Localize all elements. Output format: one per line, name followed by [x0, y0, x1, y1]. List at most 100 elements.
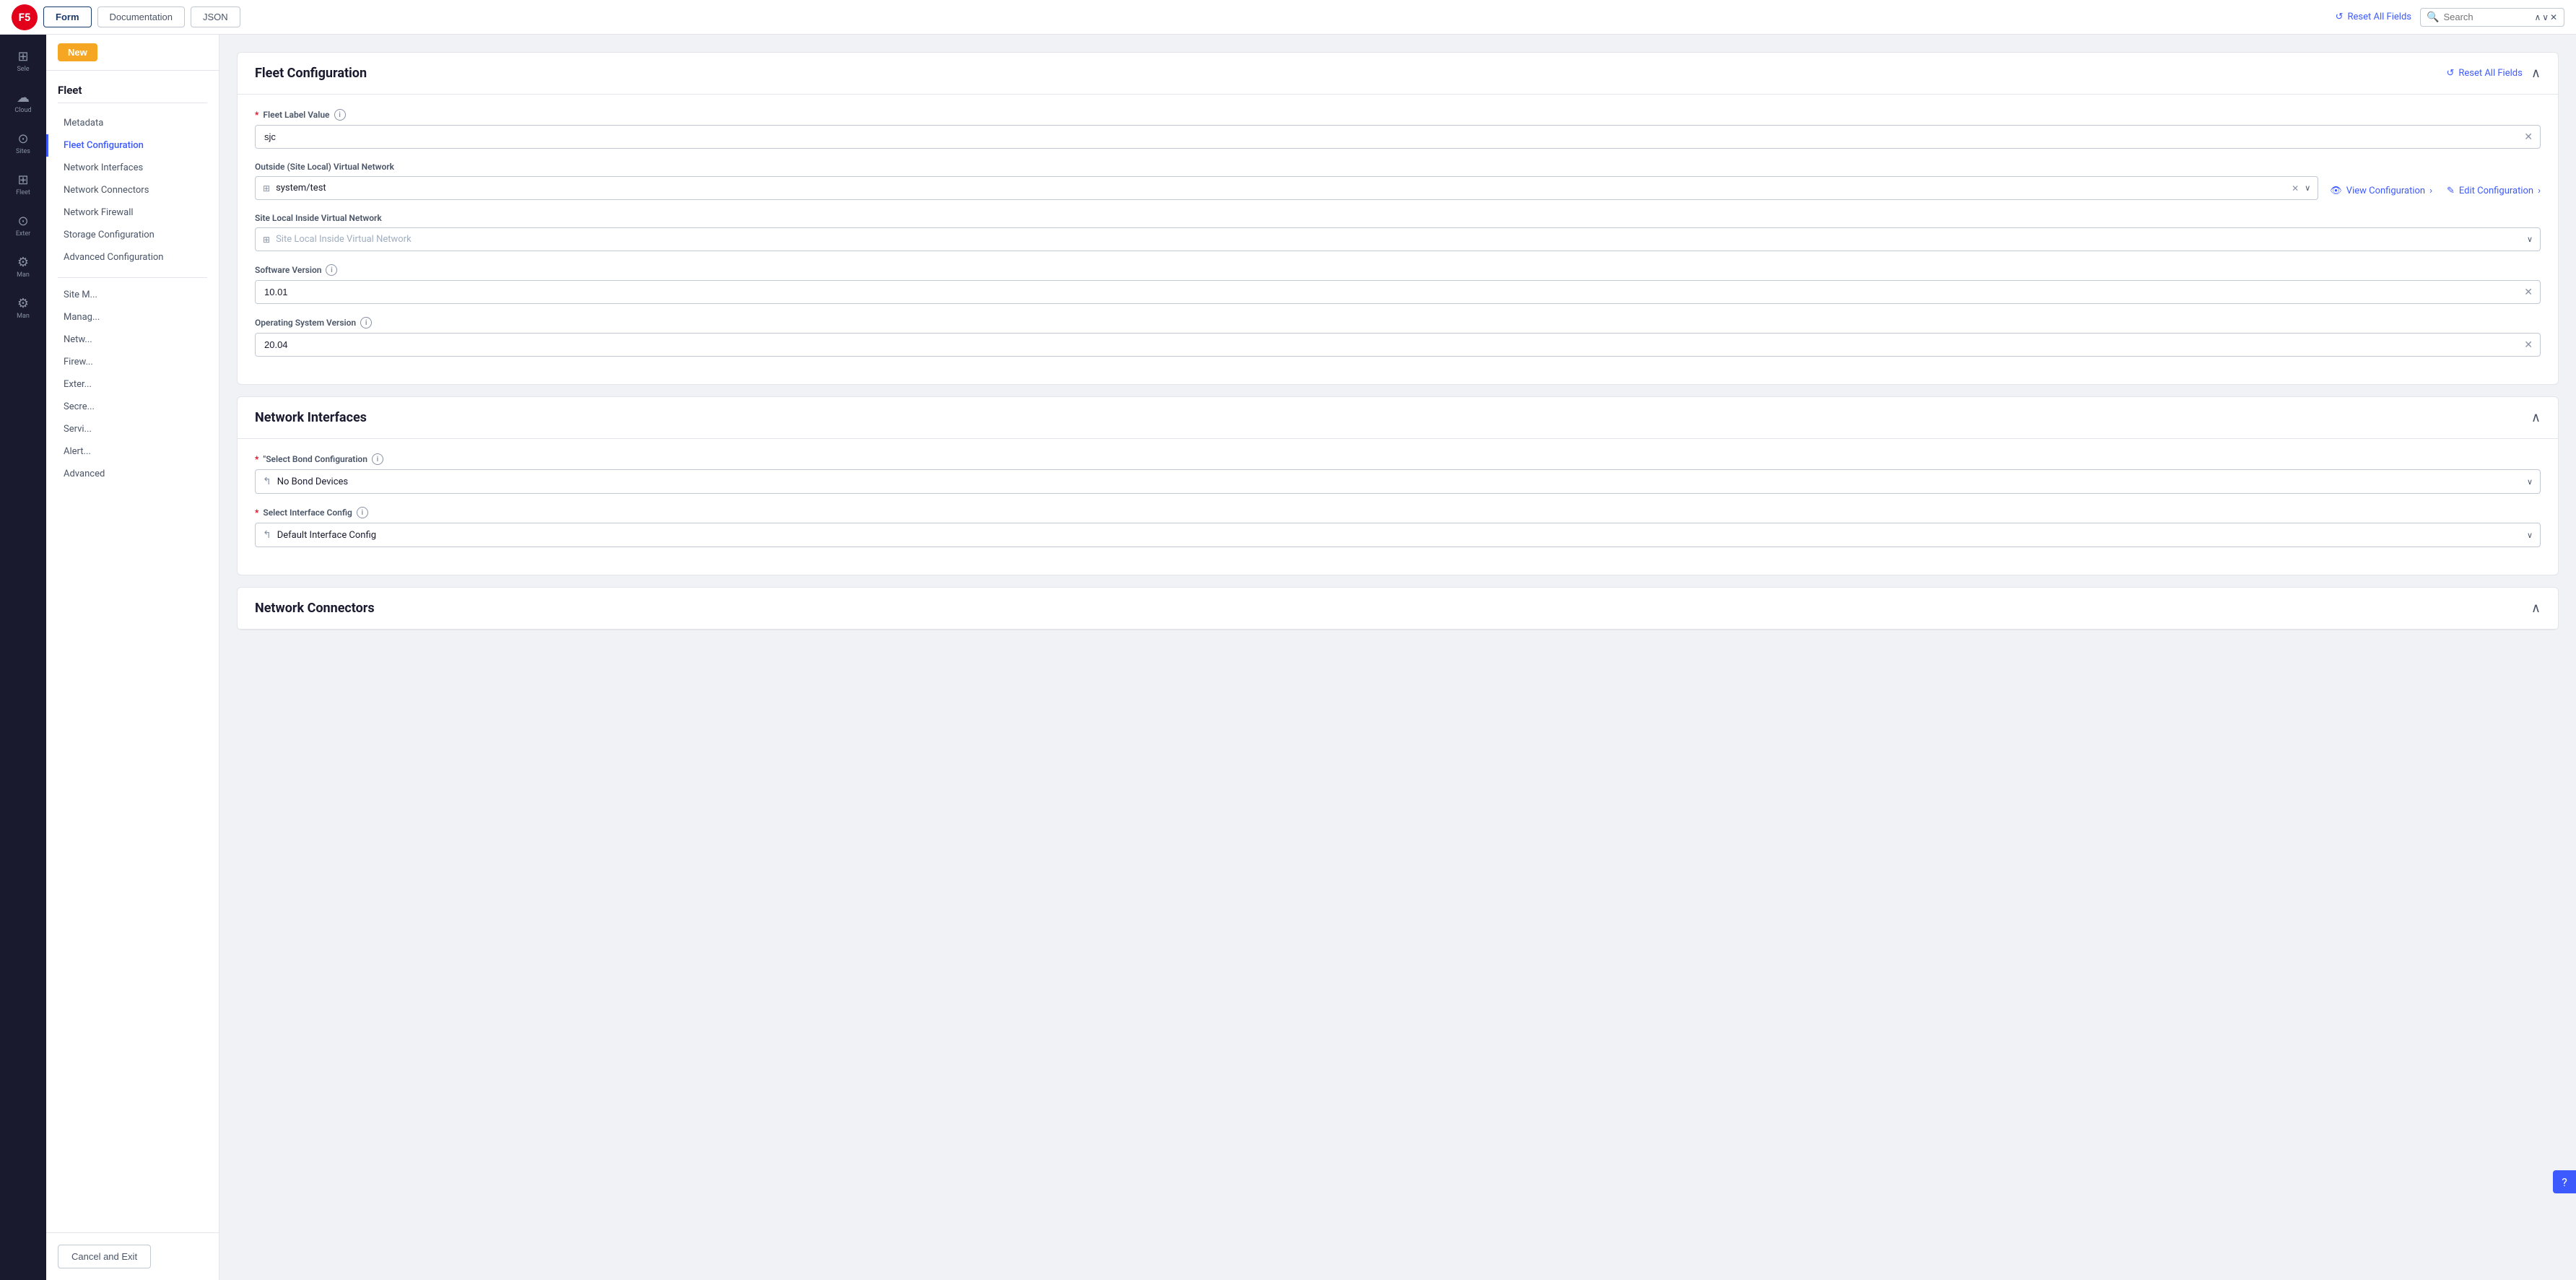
- site-local-inside-vn-select[interactable]: ⊞ Site Local Inside Virtual Network ∨: [255, 227, 2541, 251]
- bond-configuration-info-icon[interactable]: i: [372, 453, 383, 465]
- software-version-info-icon[interactable]: i: [326, 264, 337, 276]
- sidebar-item-network-connectors[interactable]: Network Connectors: [46, 179, 219, 201]
- fleet-label-value-input-wrapper: ✕: [255, 125, 2541, 149]
- fleet-configuration-header: Fleet Configuration ↺ Reset All Fields ∧: [238, 53, 2558, 95]
- new-button[interactable]: New: [58, 43, 97, 61]
- bond-configuration-value: No Bond Devices: [277, 476, 2521, 487]
- os-version-clear[interactable]: ✕: [2517, 336, 2540, 354]
- site-local-inside-vn-placeholder: Site Local Inside Virtual Network: [276, 234, 2521, 245]
- sidebar-sub-alert: Alert...: [46, 440, 219, 463]
- sidebar-sub-secre: Secre...: [46, 396, 219, 418]
- left-panel-item-sites[interactable]: ⊙ Sites: [6, 126, 40, 161]
- bond-configuration-label: * "Select Bond Configuration i: [255, 453, 2541, 465]
- fleet-reset-link[interactable]: ↺ Reset All Fields: [2446, 68, 2522, 79]
- network-interfaces-header: Network Interfaces ∧: [238, 397, 2558, 439]
- network-interfaces-body: * "Select Bond Configuration i ↰ No Bond…: [238, 439, 2558, 575]
- fleet-reset-icon: ↺: [2446, 68, 2454, 79]
- sidebar-sub-sitem: Site M...: [46, 284, 219, 306]
- fleet-icon: ⊞: [9, 173, 38, 188]
- fleet-label-info-icon[interactable]: i: [334, 109, 346, 121]
- edit-configuration-link[interactable]: ✎ Edit Configuration ›: [2447, 186, 2541, 196]
- site-local-inside-vn-group: Site Local Inside Virtual Network ⊞ Site…: [255, 213, 2541, 251]
- sidebar-sub-advanced: Advanced: [46, 463, 219, 485]
- interface-config-value: Default Interface Config: [277, 530, 2521, 541]
- tab-json[interactable]: JSON: [191, 6, 240, 27]
- view-chevron-right-icon: ›: [2429, 186, 2432, 196]
- os-version-info-icon[interactable]: i: [360, 317, 372, 328]
- outside-virtual-network-arrow: ∨: [2305, 183, 2310, 193]
- edit-chevron-right-icon: ›: [2538, 186, 2541, 196]
- bond-configuration-arrow: ∨: [2527, 477, 2533, 487]
- outside-virtual-network-group: Outside (Site Local) Virtual Network ⊞ s…: [255, 162, 2541, 200]
- site-local-inside-vn-label: Site Local Inside Virtual Network: [255, 213, 2541, 223]
- manage1-icon: ⚙: [9, 255, 38, 270]
- sidebar-sub-netw: Netw...: [46, 328, 219, 351]
- outside-virtual-network-clear[interactable]: ✕: [2292, 183, 2299, 193]
- left-panel-item-cloud[interactable]: ☁ Cloud: [6, 84, 40, 120]
- outside-virtual-network-value: system/test: [276, 183, 2286, 193]
- left-panel-item-fleet[interactable]: ⊞ Fleet: [6, 167, 40, 202]
- sidebar-divider2: [58, 277, 207, 278]
- left-panel-item-manage1[interactable]: ⚙ Man: [6, 249, 40, 284]
- fleet-configuration-body: * Fleet Label Value i ✕ Outside (Site Lo…: [238, 95, 2558, 384]
- network-interfaces-title: Network Interfaces: [255, 410, 367, 425]
- search-close-button[interactable]: ✕: [2550, 12, 2557, 22]
- sidebar-item-fleet-configuration[interactable]: Fleet Configuration: [46, 134, 219, 157]
- fleet-configuration-card: Fleet Configuration ↺ Reset All Fields ∧…: [237, 52, 2559, 385]
- software-version-clear[interactable]: ✕: [2517, 283, 2540, 301]
- main-content: Fleet Configuration ↺ Reset All Fields ∧…: [219, 35, 2576, 1280]
- sites-icon: ⊙: [9, 131, 38, 147]
- tab-form[interactable]: Form: [43, 6, 92, 27]
- network-connectors-collapse[interactable]: ∧: [2531, 601, 2541, 616]
- network-connectors-header: Network Connectors ∧: [238, 588, 2558, 630]
- outside-virtual-network-select[interactable]: ⊞ system/test ✕ ∨: [255, 176, 2318, 200]
- software-version-label: Software Version i: [255, 264, 2541, 276]
- reset-all-fields-link[interactable]: ↺ Reset All Fields: [2336, 12, 2411, 22]
- sidebar-sub-manage: Manag...: [46, 306, 219, 328]
- help-button[interactable]: ?: [2553, 1170, 2576, 1193]
- network-interfaces-collapse[interactable]: ∧: [2531, 410, 2541, 425]
- left-panel-item-manage2[interactable]: ⚙ Man: [6, 290, 40, 326]
- left-panel-item-select[interactable]: ⊞ Sele: [6, 43, 40, 79]
- sidebar-item-metadata[interactable]: Metadata: [46, 112, 219, 134]
- sidebar-nav: Metadata Fleet Configuration Network Int…: [46, 106, 219, 274]
- left-panel-item-extern[interactable]: ⊙ Exter: [6, 208, 40, 243]
- reset-icon: ↺: [2336, 12, 2344, 22]
- os-version-input[interactable]: [256, 334, 2517, 356]
- sidebar-item-advanced-configuration[interactable]: Advanced Configuration: [46, 246, 219, 269]
- search-box[interactable]: 🔍 ∧ ∨ ✕: [2420, 8, 2564, 27]
- search-next-button[interactable]: ∨: [2542, 12, 2549, 22]
- fleet-configuration-collapse[interactable]: ∧: [2531, 66, 2541, 81]
- view-configuration-link[interactable]: 👁 View Configuration ›: [2330, 186, 2432, 196]
- view-icon: 👁: [2330, 186, 2342, 196]
- fleet-label-value-input[interactable]: [256, 126, 2517, 148]
- outside-virtual-network-actions: 👁 View Configuration › ✎ Edit Configurat…: [2330, 186, 2541, 196]
- tab-documentation[interactable]: Documentation: [97, 6, 185, 27]
- site-local-inside-vn-icon: ⊞: [263, 235, 270, 245]
- manage2-icon: ⚙: [9, 296, 38, 311]
- sidebar-item-network-firewall[interactable]: Network Firewall: [46, 201, 219, 224]
- sidebar-top: New: [46, 35, 219, 71]
- interface-config-info-icon[interactable]: i: [357, 507, 368, 518]
- edit-icon: ✎: [2447, 186, 2455, 196]
- fleet-configuration-title: Fleet Configuration: [255, 66, 367, 81]
- search-prev-button[interactable]: ∧: [2534, 12, 2541, 22]
- interface-config-select[interactable]: ↰ Default Interface Config ∨: [255, 523, 2541, 547]
- search-icon: 🔍: [2427, 12, 2439, 23]
- sidebar-item-network-interfaces[interactable]: Network Interfaces: [46, 157, 219, 179]
- site-local-inside-vn-arrow: ∨: [2527, 235, 2533, 244]
- search-input[interactable]: [2443, 12, 2530, 22]
- sidebar-bottom-actions: Cancel and Exit: [46, 1232, 219, 1280]
- software-version-input-wrapper: ✕: [255, 280, 2541, 304]
- sidebar-item-storage-configuration[interactable]: Storage Configuration: [46, 224, 219, 246]
- extern-icon: ⊙: [9, 214, 38, 229]
- software-version-input[interactable]: [256, 281, 2517, 303]
- interface-config-icon: ↰: [263, 529, 271, 541]
- bond-configuration-select[interactable]: ↰ No Bond Devices ∨: [255, 469, 2541, 494]
- sidebar-sub-exter: Exter...: [46, 373, 219, 396]
- fleet-label-value-clear[interactable]: ✕: [2517, 128, 2540, 146]
- cancel-exit-button[interactable]: Cancel and Exit: [58, 1245, 151, 1268]
- os-version-input-wrapper: ✕: [255, 333, 2541, 357]
- grid-icon: ⊞: [9, 49, 38, 64]
- interface-config-arrow: ∨: [2527, 531, 2533, 540]
